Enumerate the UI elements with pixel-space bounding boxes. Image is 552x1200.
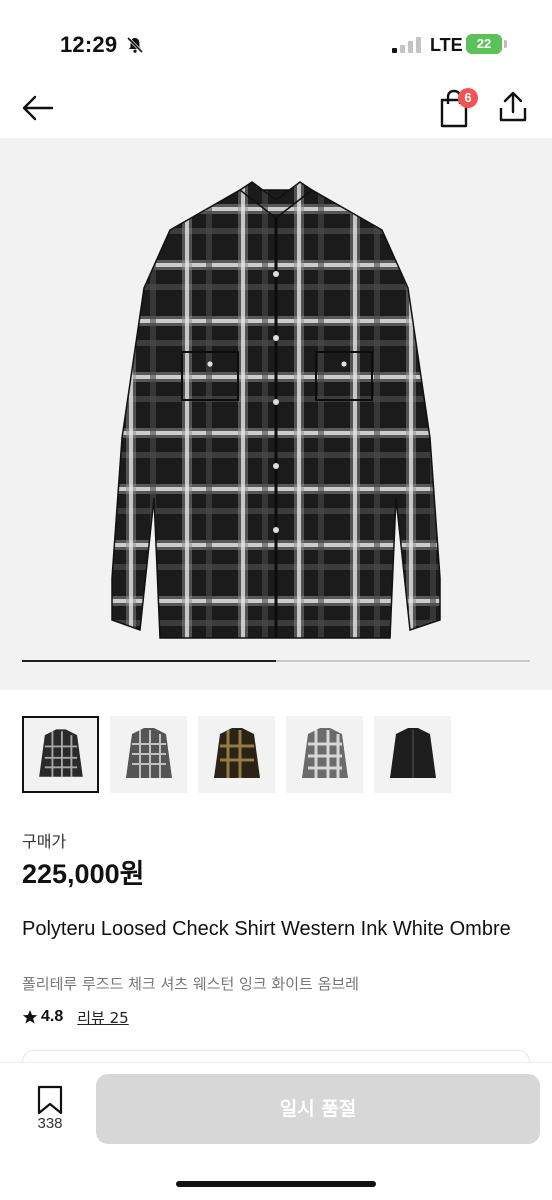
review-link[interactable]: 리뷰 25 (77, 1007, 128, 1028)
signal-icon (392, 37, 421, 53)
thumbnail-black-solid[interactable] (374, 716, 451, 793)
battery-cap (504, 40, 507, 48)
bookmark-button[interactable]: 338 (30, 1083, 70, 1135)
sold-out-button[interactable]: 일시 품절 (96, 1074, 540, 1144)
thumbnail-brown-check[interactable] (198, 716, 275, 793)
product-image-carousel[interactable] (0, 138, 552, 690)
battery-icon: 22 (466, 34, 508, 54)
price-label: 구매가 (22, 834, 67, 851)
product-subtitle: 폴리테루 루즈드 체크 셔츠 웨스턴 잉크 화이트 옴브레 (22, 975, 359, 993)
product-price: 225,000원 (22, 859, 145, 889)
network-label: LTE (430, 35, 463, 55)
product-photo-shirt (111, 181, 441, 639)
bookmark-count: 338 (37, 1115, 63, 1132)
product-title: Polyteru Loosed Check Shirt Western Ink … (22, 918, 511, 940)
top-nav: 6 (0, 80, 552, 138)
share-icon[interactable] (496, 90, 530, 124)
thumbnail-light-check[interactable] (286, 716, 363, 793)
carousel-progress-fill (22, 660, 276, 662)
bottom-action-bar: 338 일시 품절 (0, 1062, 552, 1200)
bell-slash-icon (126, 36, 144, 54)
rating-row: 4.8 리뷰 25 (22, 1006, 129, 1028)
star-icon (22, 1010, 38, 1024)
thumbnail-grey-check[interactable] (110, 716, 187, 793)
bookmark-icon (37, 1085, 63, 1115)
back-arrow-icon[interactable] (20, 92, 56, 124)
carousel-progress (22, 660, 530, 662)
status-bar: 12:29 LTE 22 (0, 0, 552, 80)
home-indicator (176, 1181, 376, 1187)
thumbnail-black-white-ombre[interactable] (22, 716, 99, 793)
cart-count-badge: 6 (458, 88, 478, 108)
thumbnail-strip (22, 716, 532, 796)
rating-value: 4.8 (41, 1008, 64, 1025)
status-time: 12:29 (60, 32, 118, 57)
battery-level: 22 (466, 34, 502, 54)
